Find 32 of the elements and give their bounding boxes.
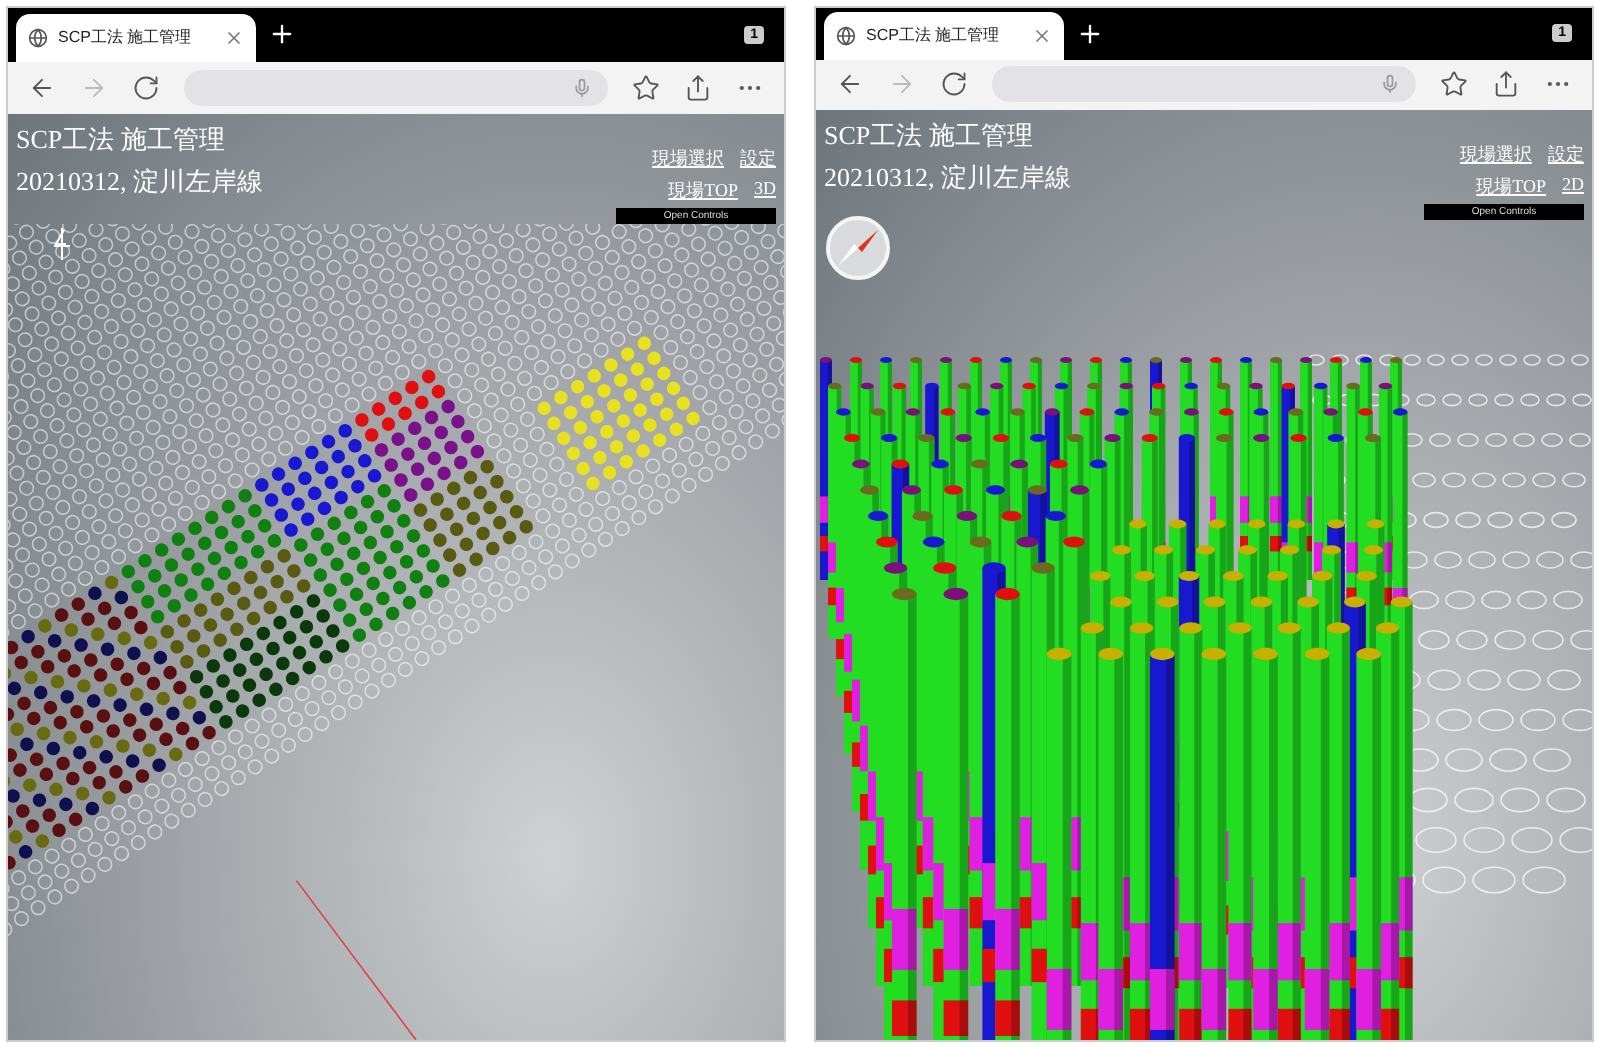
nav-link[interactable]: 現場TOP xyxy=(668,178,738,205)
nav-link[interactable]: 設定 xyxy=(740,146,776,173)
reload-icon[interactable] xyxy=(940,70,968,99)
nav-link[interactable]: 3D xyxy=(754,178,776,205)
close-icon[interactable] xyxy=(224,27,244,48)
back-icon[interactable] xyxy=(28,73,56,102)
globe-icon xyxy=(28,27,48,48)
nav-link[interactable]: 2D xyxy=(1562,174,1584,200)
globe-icon xyxy=(836,25,856,45)
share-icon[interactable] xyxy=(684,73,712,102)
close-icon[interactable] xyxy=(1032,25,1052,45)
back-icon[interactable] xyxy=(836,70,864,99)
new-tab-icon[interactable] xyxy=(1076,19,1104,48)
page-title: SCP工法 施工管理 xyxy=(824,118,1035,154)
star-icon[interactable] xyxy=(1440,70,1468,99)
north-arrow-icon xyxy=(52,226,72,263)
browser-tab[interactable]: SCP工法 施工管理 xyxy=(16,13,256,62)
nav-link[interactable]: 現場TOP xyxy=(1476,174,1546,200)
site-subtitle: 20210312, 淀川左岸線 xyxy=(16,164,263,201)
nav-link[interactable]: 現場選択 xyxy=(652,146,724,173)
star-icon[interactable] xyxy=(632,73,660,102)
address-field[interactable] xyxy=(184,69,608,106)
page-title: SCP工法 施工管理 xyxy=(16,122,227,159)
nav-link[interactable]: 設定 xyxy=(1548,142,1584,168)
address-field[interactable] xyxy=(992,66,1416,103)
new-tab-icon[interactable] xyxy=(268,20,296,49)
site-subtitle: 20210312, 淀川左岸線 xyxy=(824,160,1071,196)
reload-icon[interactable] xyxy=(132,73,160,102)
compass-icon[interactable] xyxy=(824,214,892,282)
browser-tab[interactable]: SCP工法 施工管理 xyxy=(824,11,1064,59)
nav-link[interactable]: 現場選択 xyxy=(1460,142,1532,168)
share-icon[interactable] xyxy=(1492,70,1520,99)
